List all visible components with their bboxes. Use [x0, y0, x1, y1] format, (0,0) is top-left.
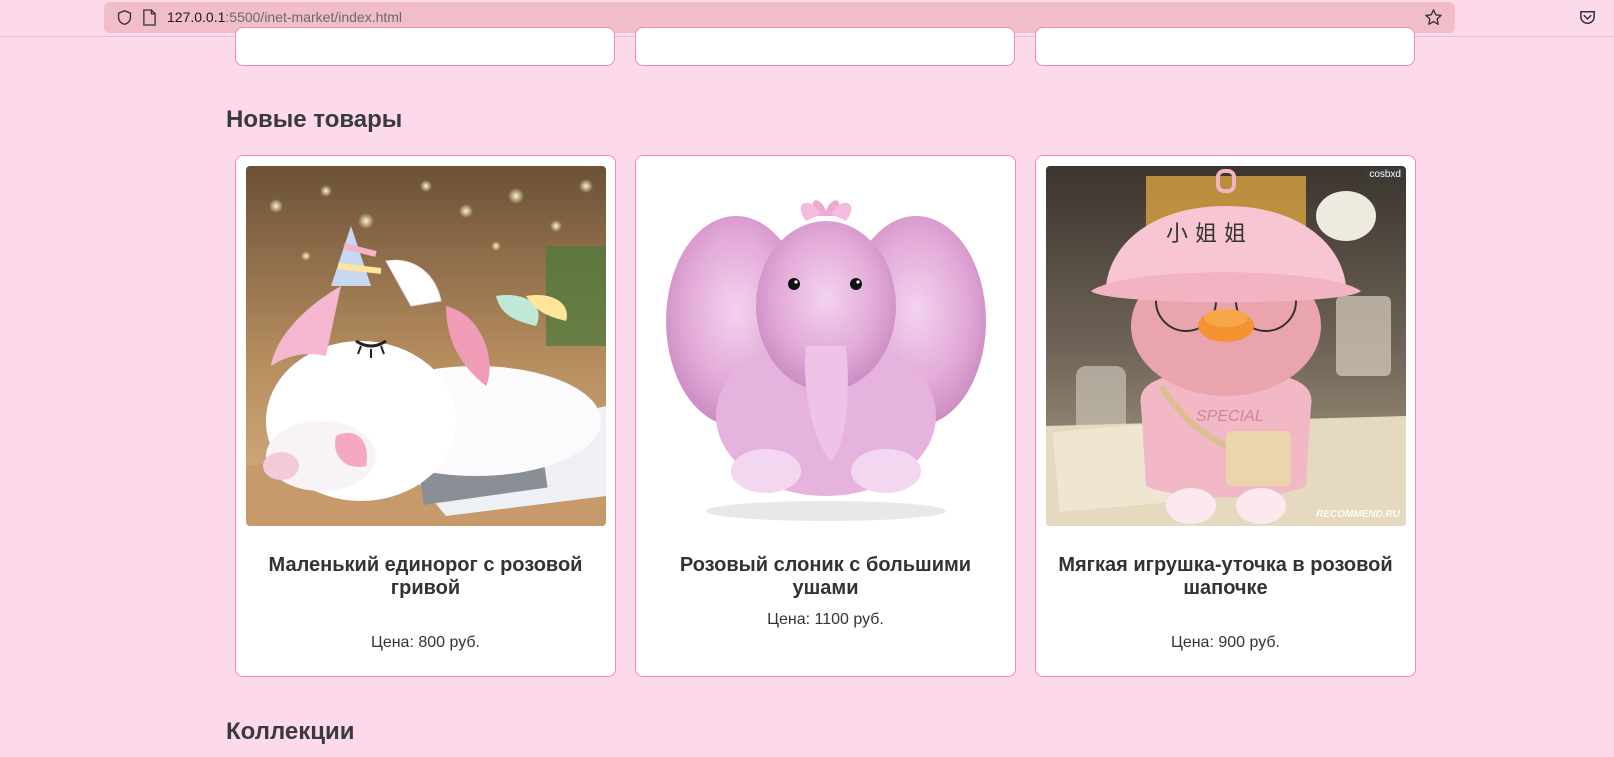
new-products-heading: Новые товары [226, 106, 403, 133]
product-card[interactable]: SPECIAL 小 姐 姐 cosbxd RECOMMEND.RU Мягкая… [1035, 155, 1416, 677]
product-card[interactable]: Розовый слоник с большими ушами Цена: 11… [635, 155, 1016, 677]
page-icon [143, 9, 156, 26]
previous-card[interactable] [1035, 27, 1415, 66]
product-image-unicorn[interactable] [246, 166, 606, 526]
product-image-duck[interactable]: SPECIAL 小 姐 姐 cosbxd RECOMMEND.RU [1046, 166, 1406, 526]
url-host: 127.0.0.1 [167, 9, 226, 25]
product-price: Цена: 1100 руб. [767, 611, 884, 628]
url-path: :5500/inet-market/index.html [225, 9, 403, 25]
product-price: Цена: 800 руб. [370, 634, 480, 651]
svg-text:SPECIAL: SPECIAL [1196, 408, 1264, 425]
product-title[interactable]: Розовый слоник с большими ушами [656, 554, 995, 600]
svg-text:小 姐 姐: 小 姐 姐 [1166, 222, 1246, 247]
shield-icon[interactable] [116, 9, 133, 26]
product-title[interactable]: Маленький единорог с розовой гривой [256, 554, 595, 600]
image-watermark: cosbxd [1366, 168, 1404, 181]
product-image-elephant[interactable] [646, 166, 1006, 526]
url-text[interactable]: 127.0.0.1:5500/inet-market/index.html [167, 9, 402, 26]
bookmark-star-icon[interactable] [1424, 8, 1443, 27]
image-credit: RECOMMEND.RU [1316, 509, 1400, 520]
previous-card[interactable] [235, 27, 615, 66]
collections-heading: Коллекции [226, 718, 355, 745]
product-price: Цена: 900 руб. [1170, 634, 1280, 651]
product-card[interactable]: Маленький единорог с розовой гривой Цена… [235, 155, 616, 677]
product-title[interactable]: Мягкая игрушка-уточка в розовой шапочке [1056, 554, 1395, 600]
previous-card[interactable] [635, 27, 1015, 66]
pocket-icon[interactable] [1578, 8, 1597, 27]
